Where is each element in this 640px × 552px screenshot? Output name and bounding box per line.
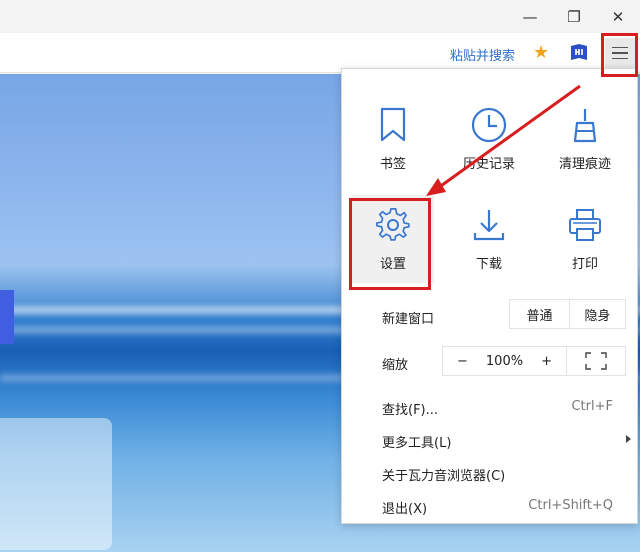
close-icon: ✕	[611, 7, 625, 26]
side-tab[interactable]	[0, 290, 14, 344]
find-shortcut: Ctrl+F	[571, 399, 613, 414]
broom-icon	[573, 109, 597, 143]
menu-item-more-tools[interactable]: 更多工具(L)	[342, 424, 639, 458]
menu-tile-label: 清理痕迹	[558, 157, 611, 172]
menu-tile-label: 书签	[379, 157, 406, 172]
printer-icon	[569, 209, 601, 241]
chevron-right-icon	[626, 435, 631, 443]
title-bar: — ❐ ✕	[0, 0, 640, 33]
page-card	[0, 418, 112, 550]
menu-tile-print[interactable]: 打印	[544, 195, 626, 283]
exit-label: 退出(X)	[382, 502, 428, 517]
menu-item-about[interactable]: 关于瓦力音浏览器(C)	[342, 457, 639, 491]
extension-icon[interactable]	[569, 42, 589, 62]
clock-icon	[471, 107, 507, 143]
bookmark-icon	[380, 107, 406, 142]
menu-tile-label: 历史记录	[462, 157, 515, 172]
restore-button[interactable]: ❐	[552, 0, 596, 33]
zoom-out-button[interactable]: −	[457, 354, 468, 369]
download-icon	[473, 210, 505, 241]
new-window-label: 新建窗口	[382, 312, 435, 327]
fullscreen-icon	[585, 352, 607, 370]
zoom-control: − 100% +	[442, 346, 567, 376]
menu-tile-history[interactable]: 历史记录	[448, 95, 530, 183]
fullscreen-button[interactable]	[566, 346, 626, 376]
restore-icon: ❐	[567, 7, 581, 26]
close-button[interactable]: ✕	[596, 0, 640, 33]
about-label: 关于瓦力音浏览器(C)	[382, 469, 506, 484]
more-tools-label: 更多工具(L)	[382, 436, 452, 451]
browser-toolbar: 粘贴并搜索 ★	[0, 33, 640, 73]
zoom-in-button[interactable]: +	[541, 354, 552, 369]
minimize-button[interactable]: —	[508, 0, 552, 33]
paste-and-search-button[interactable]: 粘贴并搜索	[450, 45, 515, 64]
main-menu-dropdown: 书签 历史记录 清理痕迹 设置 下载 打印 新建窗口 普通 隐身 缩放 − 10…	[341, 68, 638, 524]
menu-tile-bookmarks[interactable]: 书签	[352, 95, 434, 183]
bookmark-star-icon[interactable]: ★	[533, 42, 549, 63]
new-window-incognito-button[interactable]: 隐身	[569, 299, 626, 329]
find-label: 查找(F)...	[382, 403, 439, 418]
new-window-normal-button[interactable]: 普通	[509, 299, 570, 329]
menu-tile-label: 下载	[475, 257, 502, 272]
menu-button-highlight	[601, 33, 638, 77]
zoom-level: 100%	[485, 353, 524, 369]
menu-tile-downloads[interactable]: 下载	[448, 195, 530, 283]
exit-shortcut: Ctrl+Shift+Q	[528, 498, 613, 513]
menu-item-find[interactable]: 查找(F)... Ctrl+F	[342, 391, 639, 425]
menu-item-exit[interactable]: 退出(X) Ctrl+Shift+Q	[342, 490, 639, 524]
minimize-icon: —	[522, 7, 538, 26]
menu-tile-clear-traces[interactable]: 清理痕迹	[544, 95, 626, 183]
zoom-label: 缩放	[382, 358, 409, 373]
settings-tile-highlight	[349, 198, 431, 290]
menu-tile-label: 打印	[571, 257, 598, 272]
